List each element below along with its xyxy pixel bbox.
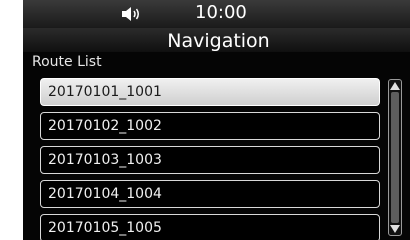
volume-icon bbox=[122, 7, 139, 21]
route-item[interactable]: 20170103_1003 bbox=[40, 146, 380, 174]
page-title: Navigation bbox=[167, 30, 270, 52]
route-item[interactable]: 20170101_1001 bbox=[40, 78, 380, 106]
head-unit-screen: 10:00 Navigation Route List 20170101_100… bbox=[23, 0, 410, 240]
nav-header: Navigation bbox=[23, 28, 410, 52]
scroll-thumb[interactable] bbox=[391, 92, 399, 223]
route-item[interactable]: 20170102_1002 bbox=[40, 112, 380, 140]
status-bar: 10:00 bbox=[23, 0, 410, 29]
scrollbar[interactable] bbox=[388, 79, 402, 236]
route-item[interactable]: 20170105_1005 bbox=[40, 214, 380, 240]
clock: 10:00 bbox=[195, 2, 247, 23]
route-item[interactable]: 20170104_1004 bbox=[40, 180, 380, 208]
section-label: Route List bbox=[32, 54, 102, 70]
chevron-down-icon[interactable] bbox=[390, 225, 400, 233]
route-list: 20170101_1001 20170102_1002 20170103_100… bbox=[40, 78, 380, 240]
chevron-up-icon[interactable] bbox=[390, 82, 400, 90]
